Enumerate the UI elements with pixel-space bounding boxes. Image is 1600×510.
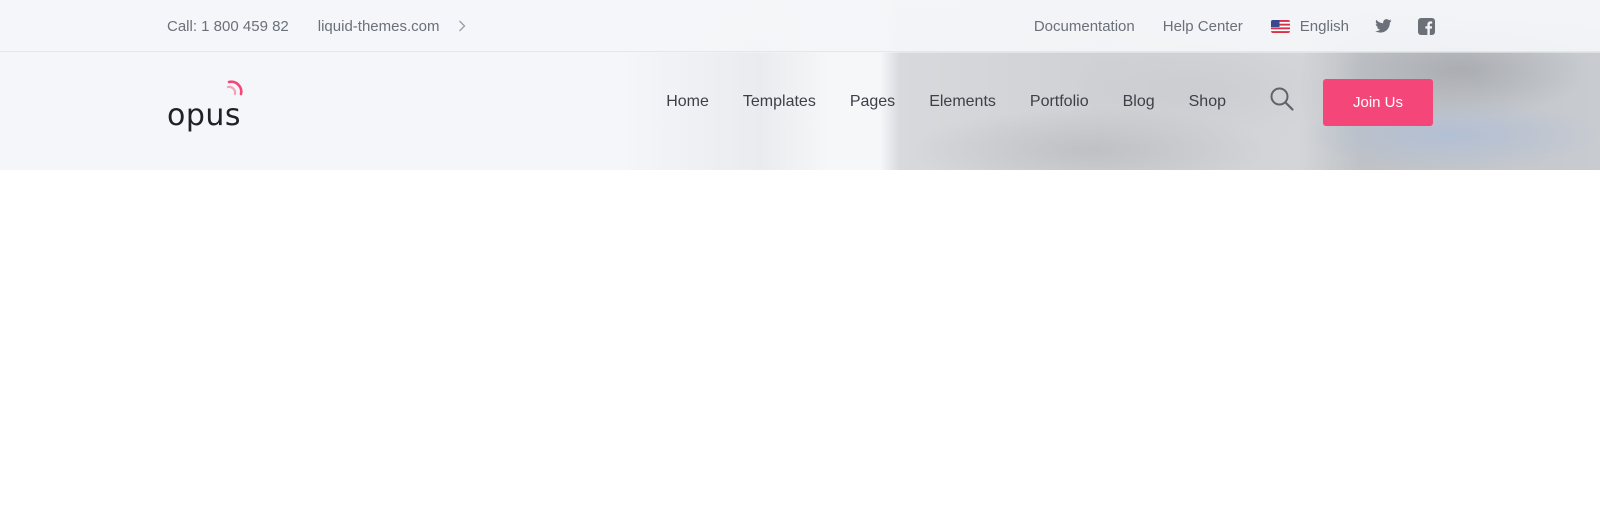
us-flag-icon bbox=[1270, 19, 1290, 33]
documentation-link[interactable]: Documentation bbox=[1034, 18, 1135, 35]
menu-item-home[interactable]: Home bbox=[666, 93, 709, 111]
menu-item-pages[interactable]: Pages bbox=[850, 93, 895, 111]
site-link-label: liquid-themes.com bbox=[317, 17, 440, 35]
topbar-right: Documentation Help Center English bbox=[1006, 0, 1435, 52]
facebook-icon[interactable] bbox=[1418, 17, 1435, 35]
topbar: Call: 1 800 459 82 liquid-themes.com Doc… bbox=[0, 0, 1600, 52]
main-menu: Home Templates Pages Elements Portfolio … bbox=[632, 53, 1226, 151]
menu-item-shop[interactable]: Shop bbox=[1189, 93, 1226, 111]
language-label: English bbox=[1299, 17, 1349, 35]
help-center-link[interactable]: Help Center bbox=[1163, 18, 1243, 35]
menu-item-templates[interactable]: Templates bbox=[743, 93, 816, 111]
site-link[interactable]: liquid-themes.com bbox=[318, 18, 470, 35]
logo-mark-icon bbox=[225, 78, 247, 100]
menu-item-blog[interactable]: Blog bbox=[1123, 93, 1155, 111]
join-us-button[interactable]: Join Us bbox=[1323, 79, 1433, 126]
twitter-icon[interactable] bbox=[1375, 18, 1392, 35]
site-header: Call: 1 800 459 82 liquid-themes.com Doc… bbox=[0, 0, 1600, 170]
menu-item-portfolio[interactable]: Portfolio bbox=[1030, 93, 1089, 111]
search-icon[interactable] bbox=[1269, 86, 1295, 112]
logo-text: opus bbox=[167, 98, 242, 133]
main-navbar: opus Home Templates Pages Elements Portf… bbox=[0, 53, 1600, 170]
chevron-right-icon bbox=[455, 19, 469, 33]
language-selector[interactable]: English bbox=[1270, 17, 1349, 35]
menu-item-elements[interactable]: Elements bbox=[929, 93, 996, 111]
phone-link[interactable]: Call: 1 800 459 82 bbox=[167, 18, 289, 35]
site-logo[interactable]: opus bbox=[167, 80, 243, 133]
topbar-left: Call: 1 800 459 82 liquid-themes.com bbox=[167, 0, 469, 52]
page-content bbox=[0, 170, 1600, 510]
